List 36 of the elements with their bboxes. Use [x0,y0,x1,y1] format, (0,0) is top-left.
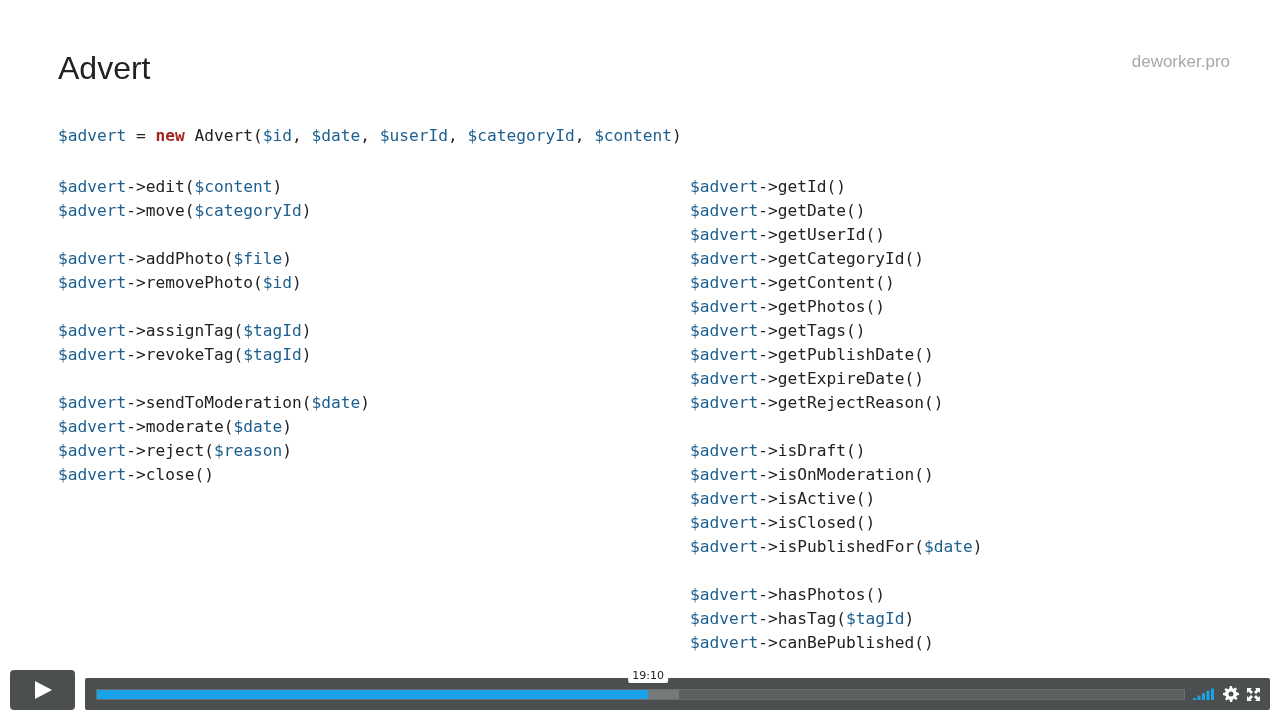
code-line: $advert->getDate() [690,200,866,222]
code-line: $advert->canBePublished() [690,632,934,654]
code-line: $advert->getCategoryId() [690,248,924,270]
code-line: $advert->assignTag($tagId) [58,320,312,342]
code-line: $advert->getPhotos() [690,296,885,318]
code-line: $advert->getId() [690,176,846,198]
brand-text: deworker.pro [1131,52,1230,72]
code-line: $advert->isPublishedFor($date) [690,536,983,558]
code-line: $advert->getPublishDate() [690,344,934,366]
play-icon [32,680,53,700]
code-line: $advert->reject($reason) [58,440,292,462]
code-line: $advert->revokeTag($tagId) [58,344,312,366]
code-line: $advert->isDraft() [690,440,866,462]
code-line: $advert->sendToModeration($date) [58,392,370,414]
code-line: $advert->removePhoto($id) [58,272,302,294]
slide-title: Advert [58,49,151,88]
code-line: $advert->isActive() [690,488,876,510]
play-button[interactable] [10,670,75,710]
code-line: $advert->close() [58,464,214,486]
code-line: $advert->addPhoto($file) [58,248,292,270]
code-line: $advert->getUserId() [690,224,885,246]
code-line: $advert->move($categoryId) [58,200,312,222]
code-line: $advert->getContent() [690,272,895,294]
fullscreen-icon[interactable] [1247,687,1260,701]
code-line: $advert->edit($content) [58,176,283,198]
code-line: $advert->getRejectReason() [690,392,944,414]
code-line: $advert->isClosed() [690,512,876,534]
settings-icon[interactable] [1223,686,1239,702]
code-line: $advert->hasTag($tagId) [690,608,915,630]
code-line: $advert->getTags() [690,320,866,342]
volume-icon[interactable] [1193,688,1215,700]
code-line: $advert->moderate($date) [58,416,292,438]
code-line: $advert->getExpireDate() [690,368,924,390]
code-line: $advert->isOnModeration() [690,464,934,486]
code-line: $advert = new Advert($id, $date, $userId, $categoryId, $content) [58,125,682,147]
code-line: $advert->hasPhotos() [690,584,885,606]
